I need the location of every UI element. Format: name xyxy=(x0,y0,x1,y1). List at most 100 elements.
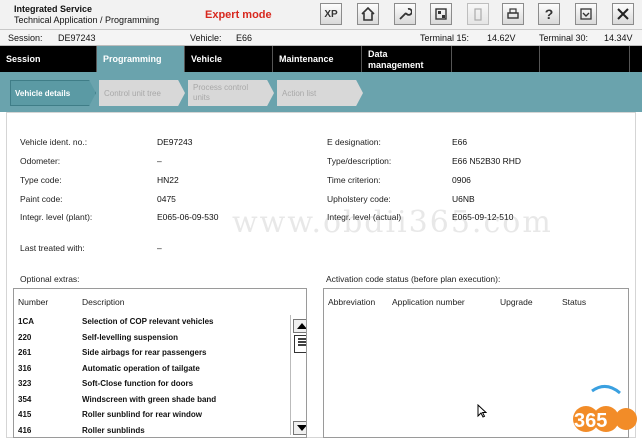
row-number: 316 xyxy=(18,363,32,373)
terminal-15-value: 14.62V xyxy=(487,33,516,43)
row-number: 261 xyxy=(18,348,32,357)
detail-label: Vehicle ident. no.: xyxy=(20,137,88,147)
tab-maintenance[interactable]: Maintenance xyxy=(273,46,362,72)
close-button[interactable] xyxy=(612,3,634,25)
xp-label: XP xyxy=(324,8,338,20)
tab-data-management[interactable]: Data management xyxy=(362,46,452,72)
tools-button[interactable] xyxy=(394,3,416,25)
detail-label: Time criterion: xyxy=(327,175,381,185)
detail-label: Paint code: xyxy=(20,194,63,204)
detail-value: U6NB xyxy=(452,194,475,204)
disabled-toolbar-button[interactable] xyxy=(467,3,489,25)
row-description: Side airbags for rear passengers xyxy=(82,348,207,357)
row-description: Automatic operation of tailgate xyxy=(82,363,200,373)
wrench-icon xyxy=(399,8,412,20)
detail-value: E66 xyxy=(452,137,468,147)
table-row[interactable]: 415 Roller sunblind for rear window xyxy=(14,408,276,423)
question-icon: ? xyxy=(544,6,554,22)
subtab-process-control-units[interactable]: Process control units xyxy=(188,80,274,106)
column-header-number: Number xyxy=(18,297,49,307)
ecu-button[interactable] xyxy=(430,3,452,25)
row-description: Windscreen with green shade band xyxy=(82,394,217,404)
minimize-button[interactable] xyxy=(575,3,597,25)
scroll-thumb[interactable] xyxy=(294,335,306,353)
table-row[interactable]: 316 Automatic operation of tailgate xyxy=(14,362,276,377)
subtab-process-line2: units xyxy=(193,93,210,102)
tab-session[interactable]: Session xyxy=(0,46,97,72)
scroll-down-button[interactable] xyxy=(293,421,306,435)
subtab-control-unit-tree-label: Control unit tree xyxy=(104,89,161,98)
app-title-line2: Technical Application / Programming xyxy=(14,15,160,25)
vertical-scrollbar[interactable] xyxy=(290,315,306,435)
app-title-line1: Integrated Service xyxy=(14,4,93,14)
watermark: www.obdii365.com xyxy=(232,205,553,240)
terminal-15-label: Terminal 15: xyxy=(420,33,470,43)
subtab-action-list-label: Action list xyxy=(282,89,317,98)
detail-value: E065-06-09-530 xyxy=(157,212,219,222)
subtab-vehicle-details[interactable]: Vehicle details xyxy=(10,80,96,106)
tab-session-label: Session xyxy=(6,54,41,64)
home-button[interactable] xyxy=(357,3,379,25)
subtab-vehicle-details-label: Vehicle details xyxy=(15,89,71,98)
tab-data-management-line1: Data xyxy=(368,49,388,59)
row-number: 354 xyxy=(18,394,32,404)
detail-value: – xyxy=(157,243,162,253)
table-row[interactable]: 220 Self-levelling suspension xyxy=(14,331,276,346)
row-number: 1CA xyxy=(18,317,35,326)
row-description: Roller sunblinds xyxy=(82,425,145,435)
table-row[interactable]: 354 Windscreen with green shade band xyxy=(14,393,276,408)
detail-value: – xyxy=(157,156,162,166)
column-header-application-number: Application number xyxy=(392,297,465,307)
scroll-up-button[interactable] xyxy=(293,319,306,333)
terminal-30-label: Terminal 30: xyxy=(539,33,589,43)
tab-programming[interactable]: Programming xyxy=(97,46,185,72)
table-row[interactable]: 416 Roller sunblinds xyxy=(14,424,276,438)
terminal-30-value: 14.34V xyxy=(604,33,633,43)
optional-extras-heading: Optional extras: xyxy=(20,274,80,284)
control-unit-icon xyxy=(435,8,447,20)
session-bar: Session: DE97243 Vehicle: E66 Terminal 1… xyxy=(0,30,642,46)
main-nav: Session Programming Vehicle Maintenance … xyxy=(0,46,642,72)
xp-button[interactable]: XP xyxy=(320,3,342,25)
mode-label: Expert mode xyxy=(205,9,272,21)
tab-vehicle-label: Vehicle xyxy=(191,54,223,64)
triangle-down-icon xyxy=(297,425,306,431)
detail-label: Odometer: xyxy=(20,156,61,166)
table-row[interactable]: 1CA Selection of COP relevant vehicles xyxy=(14,315,276,330)
session-label: Session: xyxy=(8,33,43,43)
tab-vehicle[interactable]: Vehicle xyxy=(185,46,273,72)
row-number: 323 xyxy=(18,379,32,388)
tab-empty-2 xyxy=(540,46,630,72)
subtab-process-line1: Process control xyxy=(193,83,249,92)
close-icon xyxy=(617,8,629,20)
print-button[interactable] xyxy=(502,3,524,25)
detail-label: Integr. level (plant): xyxy=(20,212,93,222)
help-button[interactable]: ? xyxy=(538,3,560,25)
detail-value: HN22 xyxy=(157,175,179,185)
detail-label: Type code: xyxy=(20,175,62,185)
tab-maintenance-label: Maintenance xyxy=(279,54,334,64)
detail-value: 0475 xyxy=(157,194,176,204)
row-number: 415 xyxy=(18,410,32,419)
title-bar: Integrated Service Technical Application… xyxy=(0,0,642,30)
table-row[interactable]: 261 Side airbags for rear passengers xyxy=(14,346,276,361)
battery-icon xyxy=(474,8,482,21)
subtab-control-unit-tree[interactable]: Control unit tree xyxy=(99,80,185,106)
detail-label: Type/description: xyxy=(327,156,392,166)
column-header-upgrade: Upgrade xyxy=(500,297,533,307)
subtab-action-list[interactable]: Action list xyxy=(277,80,363,106)
row-description: Soft-Close function for doors xyxy=(82,379,194,388)
detail-label: Upholstery code: xyxy=(327,194,391,204)
detail-label: Last treated with: xyxy=(20,243,85,253)
triangle-up-icon xyxy=(297,323,306,329)
tab-data-management-line2: management xyxy=(368,60,424,70)
column-header-abbreviation: Abbreviation xyxy=(328,297,376,307)
session-value: DE97243 xyxy=(58,33,96,43)
app-title: Integrated Service Technical Application… xyxy=(14,4,159,26)
row-description: Self-levelling suspension xyxy=(82,332,179,342)
detail-value: 0906 xyxy=(452,175,471,185)
detail-value: DE97243 xyxy=(157,137,193,147)
optional-extras-table: Number Description 1CA Selection of COP r… xyxy=(13,288,307,438)
table-row[interactable]: 323 Soft-Close function for doors xyxy=(14,377,276,392)
row-description: Roller sunblind for rear window xyxy=(82,410,203,419)
